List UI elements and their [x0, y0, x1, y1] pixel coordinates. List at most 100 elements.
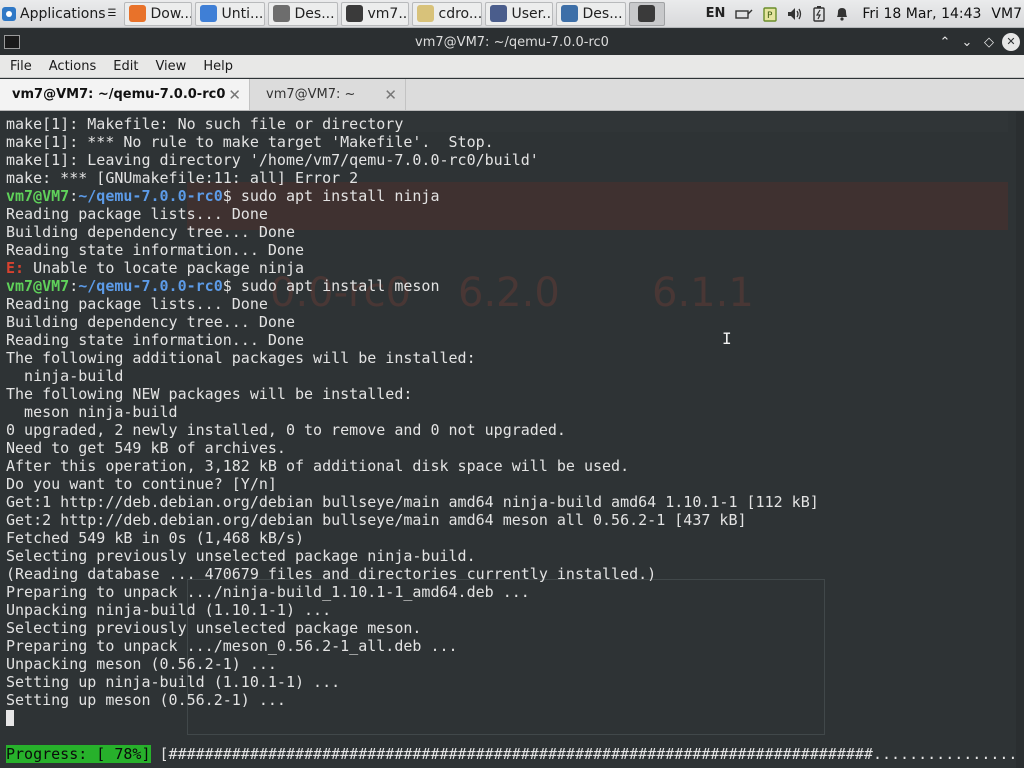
document-icon: [272, 5, 290, 22]
terminal-line: Fetched 549 kB in 0s (1,468 kB/s): [6, 529, 1024, 547]
terminal-line: Preparing to unpack .../ninja-build_1.10…: [6, 583, 1024, 601]
output-text: Reading package lists... Done: [6, 205, 268, 223]
applications-menu-button[interactable]: Applications ☰: [0, 1, 121, 27]
terminal-line: meson ninja-build: [6, 403, 1024, 421]
prompt-user: vm7@VM7: [6, 187, 70, 205]
output-text: The following additional packages will b…: [6, 349, 476, 367]
terminal-line: (Reading database ... 470679 files and d…: [6, 565, 1024, 583]
terminal-line: Get:1 http://deb.debian.org/debian bulls…: [6, 493, 1024, 511]
terminal-icon: [345, 5, 363, 22]
settings-icon: [489, 5, 507, 22]
terminal-line: [6, 709, 1024, 727]
tab-close-icon[interactable]: ✕: [228, 86, 241, 104]
terminal-line: Unpacking meson (0.56.2-1) ...: [6, 655, 1024, 673]
window-controls: ⌃ ⌄ ◇ ✕: [934, 33, 1024, 51]
tasklist: Dow... Unti... Des... vm7... cdro... User... D…: [121, 1, 665, 26]
terminal-view[interactable]: 0.0-rc0 6.2.0 6.1.1 make[1]: Makefile: N…: [0, 112, 1024, 768]
svg-text:P: P: [767, 11, 773, 21]
volume-icon[interactable]: [787, 7, 803, 21]
terminal-tab[interactable]: vm7@VM7: ~/qemu-7.0.0-rc0 ✕: [0, 79, 250, 110]
output-text: The following NEW packages will be insta…: [6, 385, 413, 403]
terminal-line: Reading state information... Done: [6, 331, 1024, 349]
prompt-colon: :: [69, 187, 79, 205]
output-text: (Reading database ... 470679 files and d…: [6, 565, 657, 583]
menu-file[interactable]: File: [0, 59, 39, 74]
output-text: make[1]: Leaving directory '/home/vm7/qe…: [6, 151, 539, 169]
progress-bar-text: [#######################################…: [150, 745, 1024, 763]
output-text: Preparing to unpack .../meson_0.56.2-1_a…: [6, 637, 458, 655]
menu-view[interactable]: View: [145, 59, 193, 74]
output-text: Do you want to continue? [Y/n]: [6, 475, 277, 493]
output-text: Setting up meson (0.56.2-1) ...: [6, 691, 286, 709]
minimize-icon[interactable]: ⌄: [956, 35, 978, 50]
taskbar-button-label: Unti...: [221, 5, 264, 22]
terminal-line: Selecting previously unselected package …: [6, 547, 1024, 565]
output-text: Unpacking ninja-build (1.10.1-1) ...: [6, 601, 332, 619]
taskbar-button[interactable]: cdro...: [411, 1, 482, 26]
output-text: Fetched 549 kB in 0s (1,468 kB/s): [6, 529, 305, 547]
tab-label: vm7@VM7: ~: [266, 87, 356, 102]
taskbar-button-label: Des...: [294, 5, 335, 22]
output-text: Reading state information... Done: [6, 241, 305, 259]
clipboard-icon[interactable]: P: [763, 6, 778, 22]
terminal-scrollbar[interactable]: [1016, 112, 1024, 768]
output-text: 0 upgraded, 2 newly installed, 0 to remo…: [6, 421, 566, 439]
taskbar-button[interactable]: Des...: [555, 1, 626, 26]
taskbar-button[interactable]: vm7...: [340, 1, 409, 26]
terminal-output: make[1]: Makefile: No such file or direc…: [6, 115, 1024, 763]
notification-bell-icon[interactable]: [835, 6, 849, 21]
terminal-line: Building dependency tree... Done: [6, 313, 1024, 331]
prompt-user: vm7@VM7: [6, 277, 70, 295]
taskbar-button[interactable]: Unti...: [194, 1, 265, 26]
terminal-line: Reading package lists... Done: [6, 295, 1024, 313]
terminal-tab[interactable]: vm7@VM7: ~ ✕: [250, 79, 406, 110]
network-icon[interactable]: [735, 7, 753, 21]
terminal-line: ninja-build: [6, 367, 1024, 385]
prompt-dollar: $: [222, 277, 241, 295]
terminal-line: make[1]: Makefile: No such file or direc…: [6, 115, 1024, 133]
output-text: Building dependency tree... Done: [6, 313, 295, 331]
taskbar-button[interactable]: Des...: [267, 1, 338, 26]
keyboard-layout-indicator[interactable]: EN: [706, 6, 726, 21]
terminal-line: The following NEW packages will be insta…: [6, 385, 1024, 403]
chromium-icon: [199, 5, 217, 22]
taskbar-button-active-terminal[interactable]: [628, 1, 665, 26]
error-prefix: E:: [6, 259, 25, 277]
menu-actions[interactable]: Actions: [39, 59, 104, 74]
output-text: Unpacking meson (0.56.2-1) ...: [6, 655, 277, 673]
keep-above-icon[interactable]: ⌃: [934, 35, 956, 50]
terminal-line: 0 upgraded, 2 newly installed, 0 to remo…: [6, 421, 1024, 439]
terminal-line: E: Unable to locate package ninja: [6, 259, 1024, 277]
tab-close-icon[interactable]: ✕: [384, 86, 397, 104]
taskbar-button[interactable]: User...: [484, 1, 553, 26]
terminal-window-icon: [4, 35, 20, 49]
terminal-line: Building dependency tree... Done: [6, 223, 1024, 241]
output-text: Selecting previously unselected package …: [6, 547, 476, 565]
maximize-icon[interactable]: ◇: [978, 35, 1000, 50]
tab-bar: vm7@VM7: ~/qemu-7.0.0-rc0 ✕ vm7@VM7: ~ ✕: [0, 79, 1024, 111]
output-text: Selecting previously unselected package …: [6, 619, 422, 637]
output-text: Setting up ninja-build (1.10.1-1) ...: [6, 673, 341, 691]
battery-icon[interactable]: [813, 5, 826, 22]
output-text: Building dependency tree... Done: [6, 223, 295, 241]
output-text: Reading package lists... Done: [6, 295, 268, 313]
output-text: Get:2 http://deb.debian.org/debian bulls…: [6, 511, 747, 529]
menu-help[interactable]: Help: [193, 59, 240, 74]
output-text: make: *** [GNUmakefile:11: all] Error 2: [6, 169, 359, 187]
hostname-label[interactable]: VM7: [991, 6, 1022, 22]
taskbar-button[interactable]: Dow...: [123, 1, 192, 26]
terminal-line: Preparing to unpack .../meson_0.56.2-1_a…: [6, 637, 1024, 655]
taskbar-button-label: Dow...: [150, 5, 192, 22]
window-titlebar[interactable]: vm7@VM7: ~/qemu-7.0.0-rc0 ⌃ ⌄ ◇ ✕: [0, 29, 1024, 55]
terminal-line: Setting up meson (0.56.2-1) ...: [6, 691, 1024, 709]
output-text: After this operation, 3,182 kB of additi…: [6, 457, 630, 475]
applications-icon: [2, 6, 16, 21]
clock[interactable]: Fri 18 Mar, 14:43: [862, 6, 981, 22]
close-window-icon[interactable]: ✕: [1002, 33, 1020, 51]
menu-edit[interactable]: Edit: [103, 59, 145, 74]
folder-icon: [416, 5, 434, 22]
terminal-line: Get:2 http://deb.debian.org/debian bulls…: [6, 511, 1024, 529]
mouse-ibeam-cursor: I: [722, 329, 732, 348]
text-cursor: [6, 710, 14, 726]
apt-progress-line: Progress: [ 78%] [######################…: [6, 745, 1024, 763]
